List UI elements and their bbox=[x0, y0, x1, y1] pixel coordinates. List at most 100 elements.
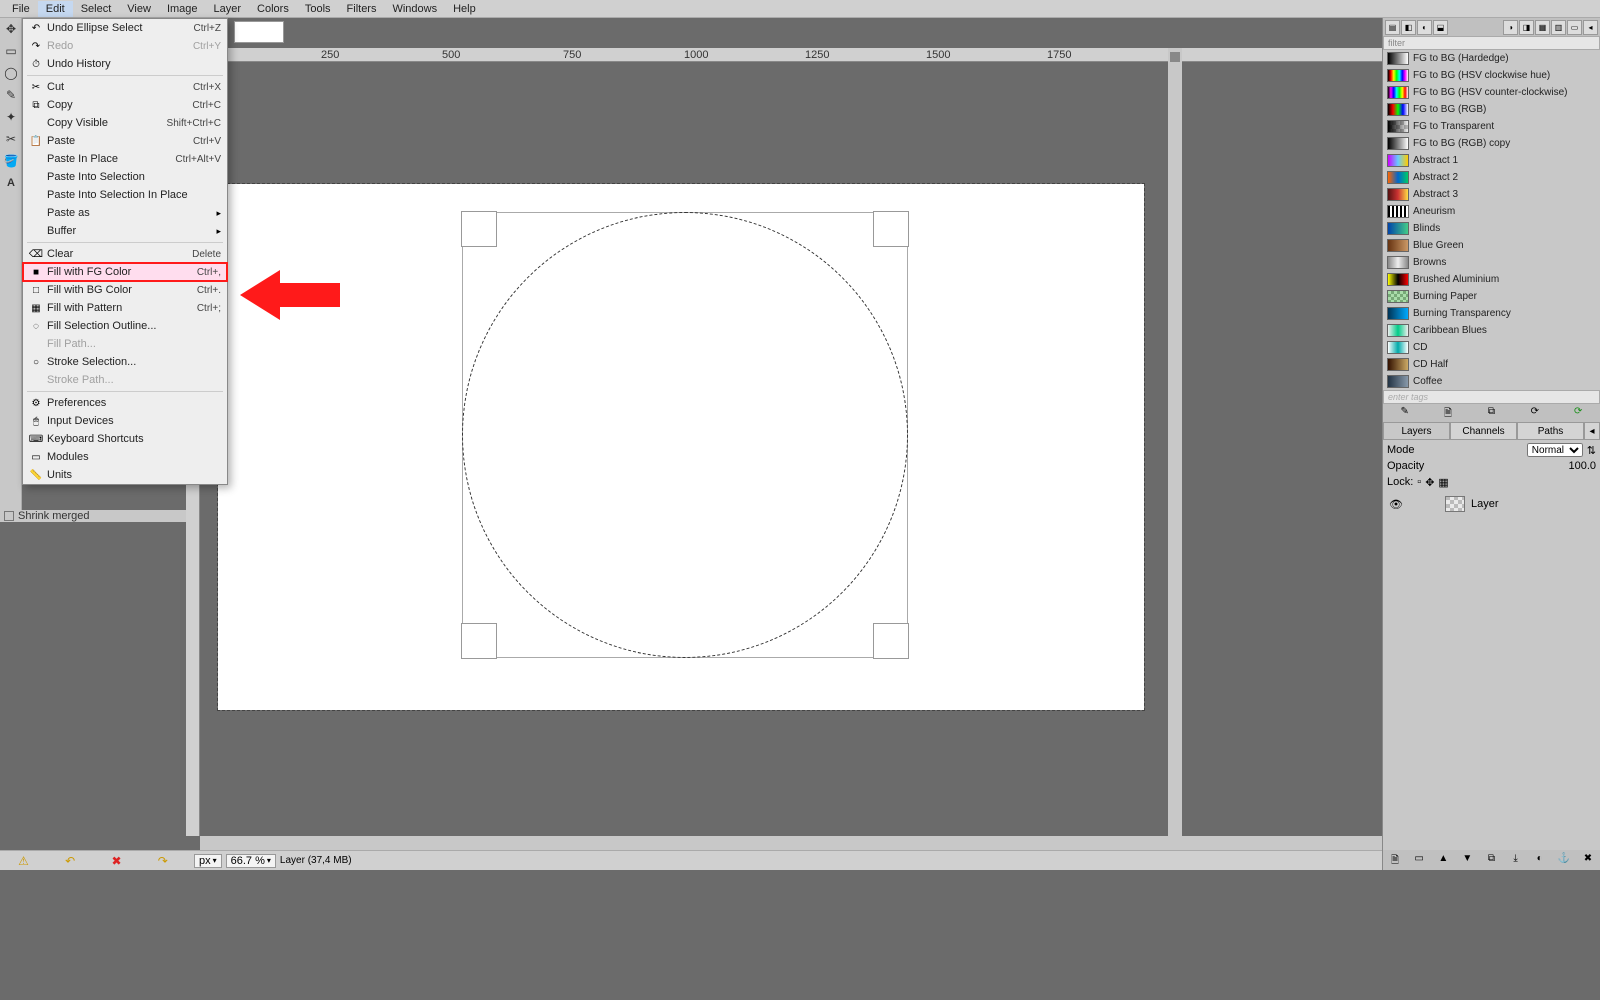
gradient-item[interactable]: CD Half bbox=[1383, 356, 1600, 373]
mode-select[interactable]: Normal bbox=[1527, 443, 1583, 457]
lock-pos-icon[interactable]: ✥ bbox=[1425, 476, 1434, 489]
handle-bottom-right[interactable] bbox=[873, 623, 909, 659]
menu-layer[interactable]: Layer bbox=[206, 1, 250, 17]
gradient-item[interactable]: FG to BG (RGB) copy bbox=[1383, 135, 1600, 152]
vertical-scrollbar[interactable] bbox=[1168, 48, 1182, 838]
zoom-select[interactable]: 66.7 % ▾ bbox=[226, 854, 276, 868]
gradient-list[interactable]: FG to BG (Hardedge)FG to BG (HSV clockwi… bbox=[1383, 50, 1600, 390]
gradient-item[interactable]: FG to BG (HSV counter-clockwise) bbox=[1383, 84, 1600, 101]
menu-colors[interactable]: Colors bbox=[249, 1, 297, 17]
menu-tools[interactable]: Tools bbox=[297, 1, 339, 17]
handle-bottom-left[interactable] bbox=[461, 623, 497, 659]
layer-name[interactable]: Layer bbox=[1471, 498, 1499, 510]
canvas-viewport[interactable] bbox=[200, 62, 1168, 836]
menu-item-paste-into-selection[interactable]: Paste Into Selection bbox=[23, 168, 227, 186]
gradient-item[interactable]: Blue Green bbox=[1383, 237, 1600, 254]
menu-item-undo-history[interactable]: ⏱Undo History bbox=[23, 55, 227, 73]
layer-dup-icon[interactable]: ⧉ bbox=[1484, 853, 1498, 867]
gradient-item[interactable]: Burning Paper bbox=[1383, 288, 1600, 305]
menu-item-fill-with-fg-color[interactable]: ■Fill with FG ColorCtrl+, bbox=[23, 263, 227, 281]
gradient-item[interactable]: Abstract 3 bbox=[1383, 186, 1600, 203]
gradient-item[interactable]: Coffee bbox=[1383, 373, 1600, 390]
tool-free-select[interactable]: ✎ bbox=[0, 84, 22, 106]
menu-item-paste[interactable]: 📋PasteCtrl+V bbox=[23, 132, 227, 150]
layer-row[interactable]: 👁 Layer bbox=[1385, 494, 1598, 514]
tool-text[interactable]: A bbox=[0, 172, 22, 194]
dock-icon[interactable]: ▭ bbox=[1567, 20, 1582, 35]
tool-fuzzy-select[interactable]: ✦ bbox=[0, 106, 22, 128]
status-icon[interactable]: ✖ bbox=[111, 854, 121, 868]
grad-new-icon[interactable]: 🗎 bbox=[1441, 406, 1455, 420]
gradient-item[interactable]: CD bbox=[1383, 339, 1600, 356]
layer-list[interactable]: 👁Layer👁Background bbox=[1383, 492, 1600, 850]
menu-item-fill-selection-outline[interactable]: ◌Fill Selection Outline... bbox=[23, 317, 227, 335]
gradient-item[interactable]: Caribbean Blues bbox=[1383, 322, 1600, 339]
menu-select[interactable]: Select bbox=[73, 1, 120, 17]
menu-item-fill-with-pattern[interactable]: ▦Fill with PatternCtrl+; bbox=[23, 299, 227, 317]
menu-item-modules[interactable]: ▭Modules bbox=[23, 448, 227, 466]
horizontal-scrollbar[interactable] bbox=[200, 836, 1382, 850]
dock-icon[interactable]: ▥ bbox=[1551, 20, 1566, 35]
unit-select[interactable]: px ▾ bbox=[194, 854, 222, 868]
dock-icon[interactable]: ◑ bbox=[1503, 20, 1518, 35]
menu-item-copy[interactable]: ⧉CopyCtrl+C bbox=[23, 96, 227, 114]
gradient-tags-input[interactable]: enter tags bbox=[1383, 390, 1600, 404]
grad-del-icon[interactable]: ⟳ bbox=[1528, 406, 1542, 420]
menu-item-clear[interactable]: ⌫ClearDelete bbox=[23, 245, 227, 263]
layer-merge-icon[interactable]: ⤓ bbox=[1509, 853, 1523, 867]
canvas[interactable] bbox=[218, 184, 1144, 710]
grad-dup-icon[interactable]: ⧉ bbox=[1484, 406, 1498, 420]
menu-item-paste-as[interactable]: Paste as▸ bbox=[23, 204, 227, 222]
layer-down-icon[interactable]: ▼ bbox=[1460, 853, 1474, 867]
gradient-item[interactable]: FG to BG (Hardedge) bbox=[1383, 50, 1600, 67]
menu-item-cut[interactable]: ✂CutCtrl+X bbox=[23, 78, 227, 96]
gradient-item[interactable]: FG to BG (RGB) bbox=[1383, 101, 1600, 118]
layer-delete-icon[interactable]: ✖ bbox=[1581, 853, 1595, 867]
tool-move[interactable]: ✥ bbox=[0, 18, 22, 40]
dock-icon[interactable]: ◨ bbox=[1519, 20, 1534, 35]
menu-windows[interactable]: Windows bbox=[384, 1, 445, 17]
menu-item-stroke-selection[interactable]: ○Stroke Selection... bbox=[23, 353, 227, 371]
grad-edit-icon[interactable]: ✎ bbox=[1398, 406, 1412, 420]
menu-item-input-devices[interactable]: 🖱Input Devices bbox=[23, 412, 227, 430]
gradient-filter-input[interactable]: filter bbox=[1383, 36, 1600, 50]
lock-pixel-icon[interactable]: ▫ bbox=[1417, 476, 1421, 488]
mode-extra-icon[interactable]: ⇅ bbox=[1587, 444, 1596, 457]
dock-tab-channels[interactable]: Channels bbox=[1450, 422, 1517, 440]
dock-menu-icon[interactable]: ◂ bbox=[1583, 20, 1598, 35]
dock-icon[interactable]: ▦ bbox=[1535, 20, 1550, 35]
tool-crop[interactable]: ✂ bbox=[0, 128, 22, 150]
menu-item-paste-into-selection-in-place[interactable]: Paste Into Selection In Place bbox=[23, 186, 227, 204]
layer-anchor-icon[interactable]: ⚓ bbox=[1557, 853, 1571, 867]
tool-rect-select[interactable]: ▭ bbox=[0, 40, 22, 62]
gradient-item[interactable]: Burning Transparency bbox=[1383, 305, 1600, 322]
menu-item-fill-with-bg-color[interactable]: □Fill with BG ColorCtrl+. bbox=[23, 281, 227, 299]
status-icon[interactable]: ↶ bbox=[65, 854, 75, 868]
gradient-item[interactable]: Brushed Aluminium bbox=[1383, 271, 1600, 288]
tool-option-shrink-merged[interactable]: Shrink merged bbox=[0, 510, 186, 522]
layer-mask-icon[interactable]: ◐ bbox=[1533, 853, 1547, 867]
menu-item-buffer[interactable]: Buffer▸ bbox=[23, 222, 227, 240]
dock-tab-menu[interactable]: ◂ bbox=[1584, 422, 1600, 440]
dock-tab-paths[interactable]: Paths bbox=[1517, 422, 1584, 440]
grad-refresh-icon[interactable]: ⟳ bbox=[1571, 406, 1585, 420]
menu-view[interactable]: View bbox=[119, 1, 159, 17]
dock-icon[interactable]: ◐ bbox=[1417, 20, 1432, 35]
layer-up-icon[interactable]: ▲ bbox=[1436, 853, 1450, 867]
layer-visibility-icon[interactable]: 👁 bbox=[1389, 498, 1403, 511]
dock-icon[interactable]: ▤ bbox=[1385, 20, 1400, 35]
opacity-value[interactable]: 100.0 bbox=[1568, 460, 1596, 472]
menu-file[interactable]: File bbox=[4, 1, 38, 17]
status-icon[interactable]: ⚠ bbox=[18, 854, 29, 868]
lock-alpha-icon[interactable]: ▦ bbox=[1438, 476, 1448, 489]
menu-item-keyboard-shortcuts[interactable]: ⌨Keyboard Shortcuts bbox=[23, 430, 227, 448]
handle-top-right[interactable] bbox=[873, 211, 909, 247]
gradient-item[interactable]: Browns bbox=[1383, 254, 1600, 271]
menu-item-copy-visible[interactable]: Copy VisibleShift+Ctrl+C bbox=[23, 114, 227, 132]
menu-item-undo-ellipse-select[interactable]: ↶Undo Ellipse SelectCtrl+Z bbox=[23, 19, 227, 37]
menu-item-units[interactable]: 📏Units bbox=[23, 466, 227, 484]
dock-icon[interactable]: ⬓ bbox=[1433, 20, 1448, 35]
handle-top-left[interactable] bbox=[461, 211, 497, 247]
gradient-item[interactable]: Blinds bbox=[1383, 220, 1600, 237]
menu-filters[interactable]: Filters bbox=[339, 1, 385, 17]
